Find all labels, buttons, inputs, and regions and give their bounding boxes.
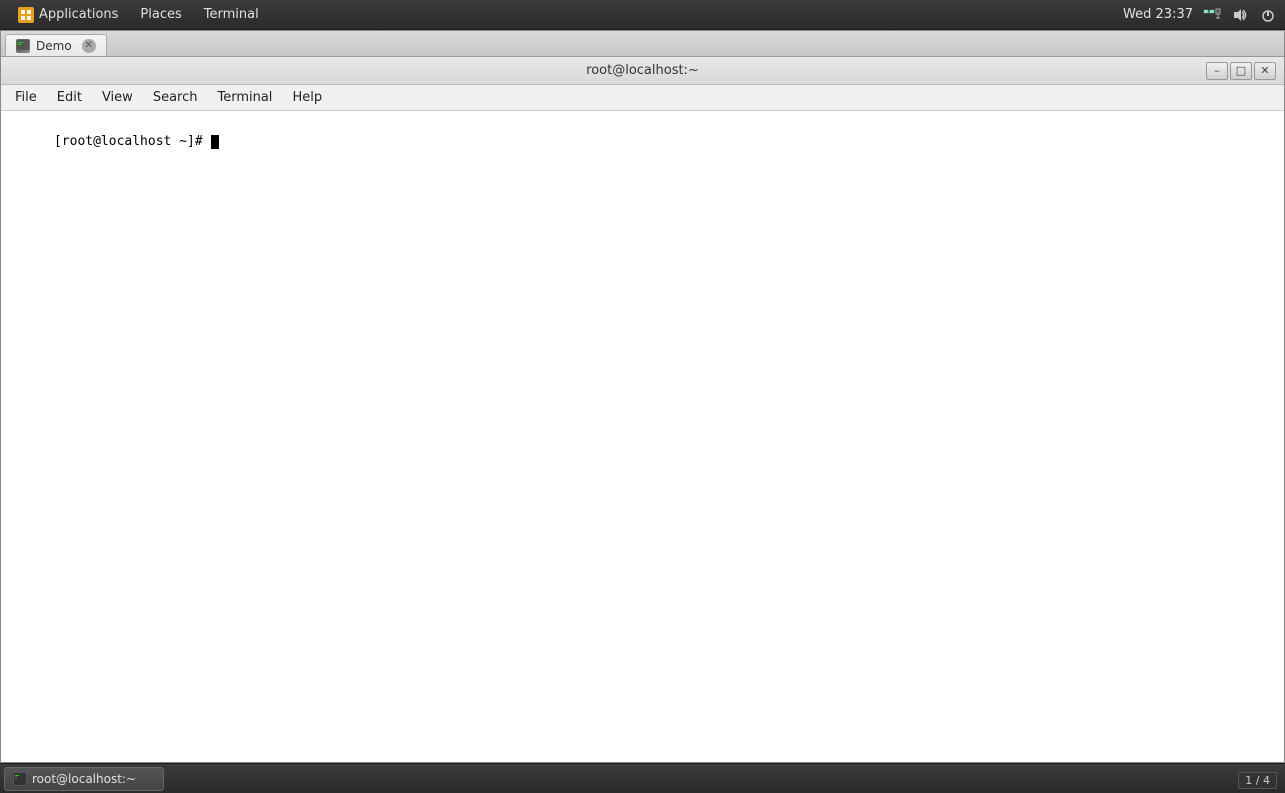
terminal-tab[interactable]: Demo ✕ <box>5 34 107 56</box>
terminal-cursor <box>211 135 219 149</box>
terminal-prompt-line: [root@localhost ~]# <box>7 115 1278 170</box>
tab-icon <box>16 39 30 53</box>
terminal-window: Demo ✕ root@localhost:~ – □ ✕ File Edit … <box>0 30 1285 763</box>
maximize-button[interactable]: □ <box>1230 62 1252 80</box>
datetime-display: Wed 23:37 <box>1123 7 1193 22</box>
places-label: Places <box>140 7 181 22</box>
minimize-button[interactable]: – <box>1206 62 1228 80</box>
panel-right: Wed 23:37 <box>1123 6 1277 24</box>
taskbar-terminal-item[interactable]: root@localhost:~ <box>4 767 164 791</box>
tab-label: Demo <box>36 39 72 53</box>
terminal-prompt: [root@localhost ~]# <box>54 134 211 149</box>
menu-file[interactable]: File <box>5 87 47 108</box>
menu-search[interactable]: Search <box>143 87 208 108</box>
places-menu[interactable]: Places <box>130 4 191 25</box>
volume-icon[interactable] <box>1231 6 1249 24</box>
power-icon[interactable] <box>1259 6 1277 24</box>
tab-bar: Demo ✕ <box>1 31 1284 57</box>
taskbar: root@localhost:~ 1 / 4 <box>0 763 1285 793</box>
terminal-menu[interactable]: Terminal <box>194 4 269 25</box>
panel-left: Applications Places Terminal <box>8 4 269 26</box>
terminal-body[interactable]: [root@localhost ~]# <box>1 111 1284 762</box>
taskbar-icon <box>13 772 27 786</box>
menu-edit[interactable]: Edit <box>47 87 92 108</box>
taskbar-pager: 1 / 4 <box>1238 772 1277 789</box>
terminal-label: Terminal <box>204 7 259 22</box>
network-icon[interactable] <box>1203 6 1221 24</box>
applications-label: Applications <box>39 7 118 22</box>
title-bar-buttons: – □ ✕ <box>1206 62 1276 80</box>
menu-view[interactable]: View <box>92 87 143 108</box>
system-panel: Applications Places Terminal Wed 23:37 <box>0 0 1285 30</box>
menu-help[interactable]: Help <box>282 87 332 108</box>
menu-bar: File Edit View Search Terminal Help <box>1 85 1284 111</box>
taskbar-item-label: root@localhost:~ <box>32 772 136 786</box>
applications-icon <box>18 7 34 23</box>
applications-menu[interactable]: Applications <box>8 4 128 26</box>
window-title: root@localhost:~ <box>79 63 1206 78</box>
menu-terminal[interactable]: Terminal <box>207 87 282 108</box>
close-button[interactable]: ✕ <box>1254 62 1276 80</box>
tab-close-button[interactable]: ✕ <box>82 39 96 53</box>
title-bar: root@localhost:~ – □ ✕ <box>1 57 1284 85</box>
